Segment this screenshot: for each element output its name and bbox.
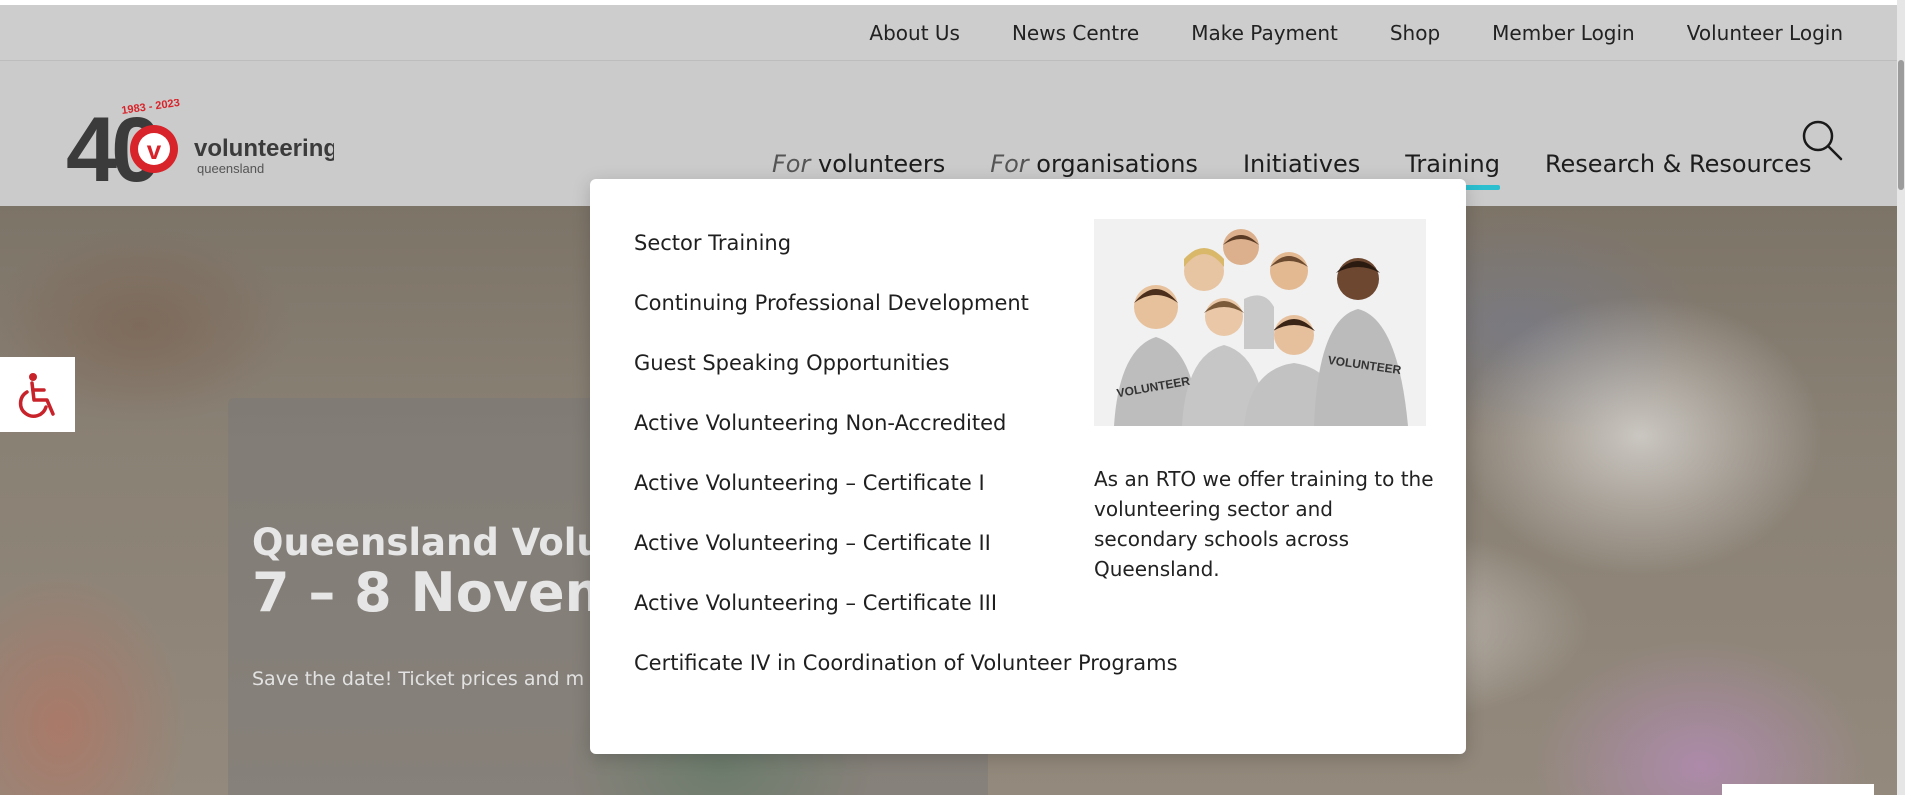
accessibility-button[interactable] <box>0 357 75 432</box>
nav-organisations-label: organisations <box>1036 150 1198 178</box>
nav-training[interactable]: Training <box>1405 150 1500 190</box>
hero-button-edge[interactable] <box>1722 784 1874 795</box>
volunteer-login-link[interactable]: Volunteer Login <box>1687 21 1843 45</box>
volunteers-group-photo: VOLUNTEER VOLUNTEER <box>1094 219 1426 426</box>
hero-title: Queensland Volunt <box>252 521 647 564</box>
menu-item-certificate-iii[interactable]: Active Volunteering – Certificate III <box>634 591 1178 651</box>
make-payment-link[interactable]: Make Payment <box>1191 21 1338 45</box>
about-us-link[interactable]: About Us <box>869 21 960 45</box>
nav-research-resources[interactable]: Research & Resources <box>1545 150 1812 178</box>
search-icon[interactable] <box>1800 118 1844 162</box>
nav-for-prefix: For <box>772 150 811 178</box>
utility-bar: About Us News Centre Make Payment Shop M… <box>0 0 1905 61</box>
training-description: As an RTO we offer training to the volun… <box>1094 467 1434 581</box>
utility-nav: About Us News Centre Make Payment Shop M… <box>869 5 1843 61</box>
news-centre-link[interactable]: News Centre <box>1012 21 1139 45</box>
nav-for-prefix: For <box>990 150 1029 178</box>
logo-region: queensland <box>197 161 264 176</box>
logo-badge: v <box>147 135 162 165</box>
volunteering-queensland-logo[interactable]: 40 v 1983 - 2023 volunteering queensland <box>64 99 334 189</box>
logo-name: volunteering <box>194 135 334 162</box>
training-dropdown-menu: Sector Training Continuing Professional … <box>590 179 1466 754</box>
nav-for-organisations[interactable]: For organisations <box>990 150 1198 178</box>
nav-for-volunteers[interactable]: For volunteers <box>772 150 945 178</box>
hero-text: Save the date! Ticket prices and m <box>252 668 585 690</box>
menu-item-certificate-iv[interactable]: Certificate IV in Coordination of Volunt… <box>634 651 1178 711</box>
page-scrollbar[interactable] <box>1897 0 1905 795</box>
scrollbar-thumb[interactable] <box>1898 60 1904 190</box>
nav-volunteers-label: volunteers <box>818 150 946 178</box>
nav-initiatives[interactable]: Initiatives <box>1243 150 1360 178</box>
shop-link[interactable]: Shop <box>1390 21 1440 45</box>
member-login-link[interactable]: Member Login <box>1492 21 1635 45</box>
wheelchair-icon <box>18 372 55 418</box>
